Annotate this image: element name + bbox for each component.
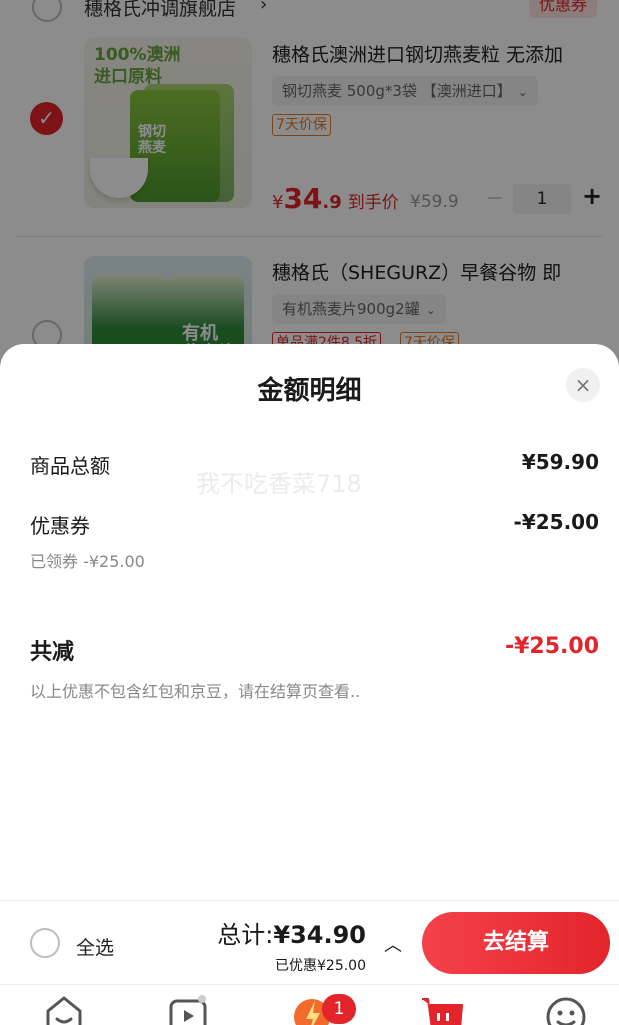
product-spec-selector[interactable]: 钢切燕麦 500g*3袋 【澳洲进口】 ⌄ [272,76,538,106]
goods-total-label: 商品总额 [30,454,110,478]
total-reduction-value: -¥25.00 [504,634,599,659]
checkout-button[interactable]: 去结算 [422,912,610,974]
chevron-up-icon[interactable]: ︿ [384,931,402,957]
product-bag-label: 钢切燕麦 [138,124,166,156]
price-currency: ¥ [272,192,284,213]
final-price-label: 到手价 [347,193,399,213]
quantity-increase-button[interactable]: + [582,182,602,210]
total-value: ¥34.90 [273,921,366,949]
cart-icon[interactable] [420,991,464,1025]
product-title[interactable]: 穗格氏澳洲进口钢切燕麦粒 无添加 [272,40,602,67]
notification-badge: 1 [322,994,356,1024]
original-price: ¥59.9 [410,192,459,212]
shop-select-radio[interactable] [32,0,62,22]
product-bag-front: 钢切燕麦 [130,90,220,202]
chevron-down-icon: ⌄ [517,85,528,99]
total-label: 总计: [217,921,274,949]
close-icon[interactable]: × [566,368,600,402]
total-reduction-row: 共减 -¥25.00 [30,634,599,666]
chevron-right-icon: › [260,0,268,15]
price-decimal: .9 [322,192,342,213]
home-icon[interactable] [42,991,86,1025]
cart-icon-graphic [422,998,463,1025]
home-icon-graphic [46,996,82,1025]
video-icon-graphic [169,995,207,1025]
goods-total-value: ¥59.90 [521,450,599,474]
shop-name[interactable]: 穗格氏冲调旗舰店 [84,0,236,21]
product-image-caption: 100%澳洲 进口原料 [94,45,181,87]
saved-amount: 已优惠¥25.00 [275,958,366,974]
me-icon-graphic [546,997,586,1025]
reduction-disclaimer: 以上优惠不包含红包和京豆，请在结算页查看.. [30,682,361,701]
price-protect-tag: 7天价保 [272,114,331,136]
quantity-input[interactable]: 1 [513,184,571,214]
shop-coupon-button[interactable]: 优惠券 [528,0,597,18]
checkout-bar: 全选 总计:¥34.90 已优惠¥25.00 ︿ 去结算 [0,900,619,984]
total-amount[interactable]: 总计:¥34.90 [217,915,366,950]
bottom-tab-bar [0,984,619,1025]
coupon-label: 优惠券 [30,514,90,538]
cart-item[interactable]: ✓ 100%澳洲 进口原料 钢切燕麦 穗格氏澳洲进口钢切燕麦粒 无添加 钢切燕麦… [0,34,619,234]
shop-header[interactable]: 穗格氏冲调旗舰店 › 优惠券 [0,0,619,28]
item-divider [16,236,603,237]
final-price: ¥34.9 到手价 [272,182,399,215]
me-icon[interactable] [544,991,588,1025]
video-icon[interactable] [166,991,210,1025]
product-image[interactable]: 100%澳洲 进口原料 钢切燕麦 [84,38,252,208]
product-spec-text: 钢切燕麦 500g*3袋 【澳洲进口】 [282,82,512,100]
product-title[interactable]: 穗格氏（SHEGURZ）早餐谷物 即 [272,258,602,285]
product-spec-text: 有机燕麦片900g2罐 [282,300,420,318]
coupon-row: 优惠券 -¥25.00 [30,510,599,539]
coupon-value: -¥25.00 [513,510,599,534]
goods-total-row: 商品总额 ¥59.90 [30,450,599,479]
price-integer: 34 [283,182,323,215]
sheet-title: 金额明细 [257,376,362,406]
total-reduction-label: 共减 [30,640,75,665]
item-checked-radio[interactable]: ✓ [30,102,63,135]
coupon-claimed-note: 已领券 -¥25.00 [30,552,145,571]
product-spec-selector[interactable]: 有机燕麦片900g2罐 ⌄ [272,294,446,324]
chevron-down-icon: ⌄ [425,303,436,317]
cart-list: 穗格氏冲调旗舰店 › 优惠券 ✓ 100%澳洲 进口原料 钢切燕麦 穗格氏澳洲进… [0,0,619,380]
quantity-decrease-button[interactable]: − [486,186,504,211]
select-all-radio[interactable] [30,928,60,958]
select-all-label[interactable]: 全选 [76,933,114,960]
